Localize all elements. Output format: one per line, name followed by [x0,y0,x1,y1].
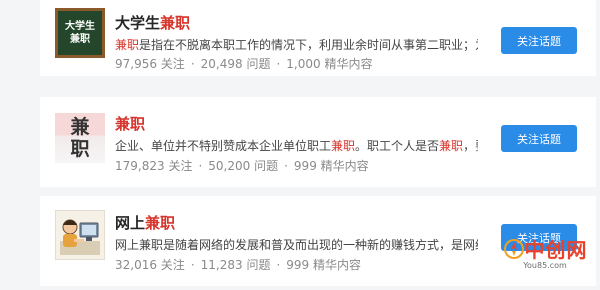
separator: · [190,57,195,71]
featured-count: 1,000 精华内容 [286,57,373,71]
featured-count: 999 精华内容 [286,258,362,272]
watermark-name: 中创网 [524,238,588,262]
followers-count: 32,016 关注 [115,258,185,272]
title-highlight: 兼职 [145,214,176,232]
separator: · [190,258,195,272]
title-highlight: 兼职 [115,115,146,133]
thumb-line: 职 [70,138,90,160]
separator: · [276,258,281,272]
desc-highlight: 兼职 [331,139,356,153]
desc-text: ，要看 [463,139,478,153]
followers-count: 97,956 关注 [115,57,185,71]
desc-text: 。职工个人是否 [355,139,440,153]
topic-thumbnail-chalkboard[interactable]: 大学生 兼职 [55,8,105,58]
watermark-domain: You85.com [523,261,567,270]
thumb-line: 兼 [70,116,90,138]
topic-stats: 97,956 关注 · 20,498 问题 · 1,000 精华内容 [115,55,372,72]
topic-description: 网上兼职是随着网络的发展和普及而出现的一种新的赚钱方式，是网络时 [115,236,478,253]
separator: · [198,159,203,173]
rocket-circle-icon [503,238,524,259]
topic-title-link[interactable]: 网上兼职 [115,212,175,233]
site-watermark: 中创网 You85.com [500,226,590,278]
topic-thumbnail-glyph[interactable]: 兼 职 [55,113,105,163]
followers-count: 179,823 关注 [115,159,193,173]
questions-count: 11,283 问题 [200,258,271,272]
person-at-computer-icon [60,219,100,255]
questions-count: 20,498 问题 [200,57,271,71]
desc-highlight: 兼职 [115,38,140,52]
desc-text: 是指在不脱离本职工作的情况下，利用业余时间从事第二职业；为第 [139,38,478,52]
topic-card: 兼 职 兼职 企业、单位并不特别赞成本企业单位职工兼职。职工个人是否兼职，要看 … [40,97,596,187]
topic-card: 大学生 兼职 大学生兼职 兼职是指在不脱离本职工作的情况下，利用业余时间从事第二… [40,0,596,76]
follow-topic-button[interactable]: 关注话题 [501,27,577,54]
questions-count: 50,200 问题 [208,159,279,173]
topic-stats: 32,016 关注 · 11,283 问题 · 999 精华内容 [115,256,361,273]
follow-topic-button[interactable]: 关注话题 [501,125,577,152]
topic-description: 企业、单位并不特别赞成本企业单位职工兼职。职工个人是否兼职，要看 [115,137,478,154]
desc-text: 企业、单位并不特别赞成本企业单位职工 [115,139,332,153]
separator: · [284,159,288,173]
title-prefix: 网上 [115,214,146,232]
topic-stats: 179,823 关注 · 50,200 问题 · 999 精华内容 [115,157,369,174]
title-prefix: 大学生 [115,14,161,32]
desc-text: 网上兼职是随着网络的发展和普及而出现的一种新的赚钱方式，是网络时 [115,238,478,252]
topic-thumbnail-cartoon[interactable] [55,210,105,260]
featured-count: 999 精华内容 [293,159,369,173]
topic-title-link[interactable]: 大学生兼职 [115,12,190,33]
separator: · [276,57,281,71]
topic-description: 兼职是指在不脱离本职工作的情况下，利用业余时间从事第二职业；为第 [115,36,478,53]
desc-highlight: 兼职 [439,139,464,153]
thumb-line: 大学生 [65,21,95,32]
title-highlight: 兼职 [160,14,191,32]
watermark-logo: 中创网 [503,234,588,263]
thumb-line: 兼职 [70,34,90,45]
topic-title-link[interactable]: 兼职 [115,113,145,134]
